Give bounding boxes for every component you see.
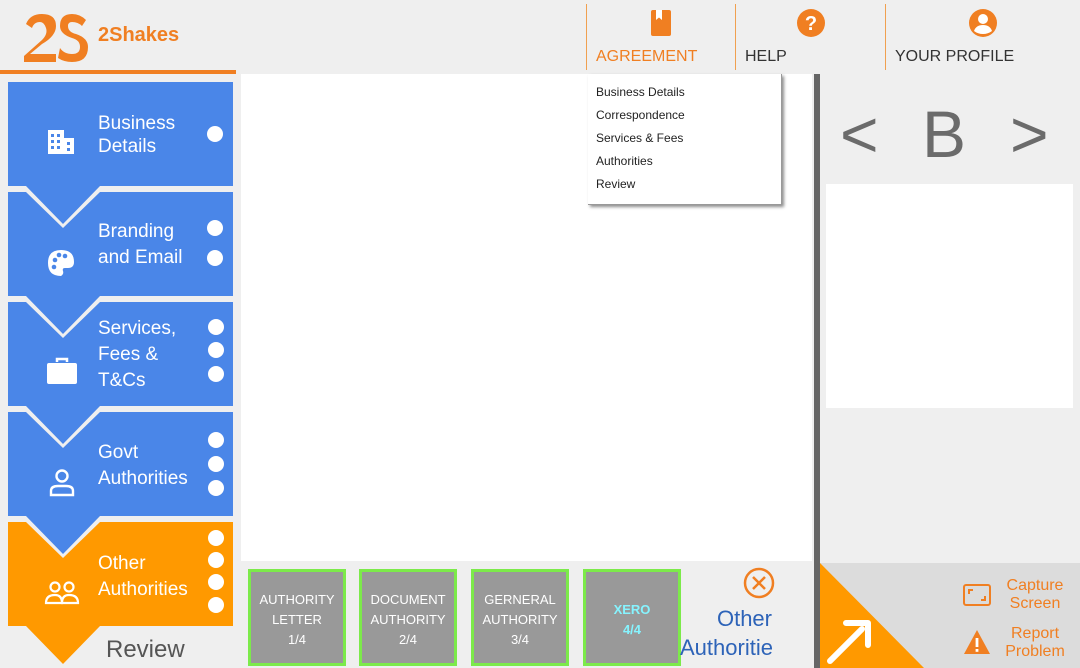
dropdown-item-correspondence[interactable]: Correspondence — [588, 107, 781, 130]
top-header: 2Shakes AGREEMENT ? HELP YOUR PROFILE — [0, 0, 1080, 74]
status-dot — [207, 220, 223, 236]
brand-logo-mark — [24, 14, 88, 62]
step-branding-line2: and Email — [98, 247, 183, 268]
logo[interactable]: 2Shakes — [0, 0, 236, 74]
dropdown-item-services-fees[interactable]: Services & Fees — [588, 130, 781, 153]
nav-agreement[interactable]: AGREEMENT — [586, 4, 735, 70]
book-icon — [651, 10, 671, 36]
status-dot — [207, 250, 223, 266]
other-authorities-line2: Authorities — [680, 635, 772, 660]
status-dot — [208, 480, 224, 496]
doc-tile-line2: AUTHORITY — [370, 612, 446, 627]
svg-text:?: ? — [804, 13, 816, 35]
doc-tile-document-authority[interactable]: DOCUMENT AUTHORITY 2/4 — [359, 569, 457, 666]
nav-help-label: HELP — [745, 48, 787, 65]
report-line2: Problem — [1005, 643, 1065, 660]
report-line1: Report — [1010, 625, 1060, 642]
nav-profile-label: YOUR PROFILE — [895, 48, 1015, 65]
doc-tile-line1: AUTHORITY — [259, 592, 335, 607]
help-icon: ? — [796, 9, 825, 37]
step-label-services: Services, Fees & T&Cs — [98, 316, 176, 394]
step-govt-line2: Authorities — [98, 468, 188, 489]
doc-tile-line2: AUTHORITY — [482, 612, 558, 627]
palette-icon — [48, 250, 74, 276]
step-label-other: Other Authorities — [98, 551, 188, 603]
doc-tile-count: 1/4 — [287, 632, 307, 647]
step-branding-line1: Branding — [98, 221, 175, 242]
status-dot — [208, 366, 224, 382]
step-review-label[interactable]: Review — [106, 636, 185, 664]
pager-next-button[interactable]: > — [1010, 96, 1049, 172]
next-arrow-button[interactable] — [820, 563, 924, 668]
capture-line1: Capture — [1006, 577, 1064, 594]
pager-prev-button[interactable]: < — [840, 96, 879, 172]
status-dot — [208, 319, 224, 335]
preview-panel — [826, 184, 1073, 408]
building-icon — [48, 130, 74, 154]
doc-tile-line1: XERO — [613, 602, 651, 617]
agreement-dropdown: Business Details Correspondence Services… — [588, 74, 782, 205]
doc-tile-line2: LETTER — [272, 612, 322, 627]
doc-tile-line1: GERNERAL — [484, 592, 556, 607]
brand-name: 2Shakes — [98, 24, 180, 46]
capture-screen-label: Capture Screen — [1000, 577, 1070, 613]
dropdown-item-review[interactable]: Review — [588, 176, 781, 199]
step-govt-line1: Govt — [98, 442, 139, 463]
briefcase-icon — [47, 357, 77, 384]
step-other-line2: Authorities — [98, 579, 188, 600]
step-label-business: Business Details — [98, 111, 175, 160]
nav-profile[interactable]: YOUR PROFILE — [885, 4, 1080, 70]
status-dot — [208, 552, 224, 568]
status-dot — [208, 456, 224, 472]
capture-icon — [963, 584, 991, 606]
doc-tile-line1: DOCUMENT — [370, 592, 446, 607]
pager-current-letter: B — [922, 97, 967, 171]
step-services-line2: Fees & — [98, 344, 159, 365]
other-authorities-line1: Other — [716, 606, 772, 631]
dropdown-item-business-details[interactable]: Business Details — [588, 84, 781, 107]
step-services-line3: T&Cs — [98, 370, 146, 391]
report-problem-label: Report Problem — [1000, 625, 1070, 661]
step-label-branding: Branding and Email — [98, 219, 183, 271]
status-dot — [208, 530, 224, 546]
status-dot — [207, 126, 223, 142]
warning-icon — [964, 630, 990, 654]
status-dot — [208, 432, 224, 448]
doc-tile-count: 2/4 — [398, 632, 418, 647]
doc-tile-count: 3/4 — [510, 632, 530, 647]
nav-agreement-label: AGREEMENT — [596, 48, 698, 65]
doc-tile-authority-letter[interactable]: AUTHORITY LETTER 1/4 — [248, 569, 346, 666]
other-authorities-link[interactable]: Other Authorities — [680, 604, 772, 662]
step-label-govt: Govt Authorities — [98, 440, 188, 492]
steps-sidebar: Business Details Branding and Email Serv… — [0, 74, 240, 668]
status-dot — [208, 574, 224, 590]
doc-tile-count: 4/4 — [622, 622, 642, 637]
dropdown-item-authorities[interactable]: Authorities — [588, 153, 781, 176]
doc-tile-general-authority[interactable]: GERNERAL AUTHORITY 3/4 — [471, 569, 569, 666]
capture-line2: Screen — [1009, 595, 1061, 612]
step-services-line1: Services, — [98, 318, 177, 339]
status-dot — [208, 597, 224, 613]
status-dot — [208, 342, 224, 358]
person-icon — [49, 469, 75, 497]
nav-help[interactable]: ? HELP — [735, 4, 885, 70]
step-other-line1: Other — [98, 553, 146, 574]
people-icon — [44, 581, 80, 605]
doc-tile-xero[interactable]: XERO 4/4 — [583, 569, 681, 666]
step-business-line2: Details — [98, 136, 157, 157]
user-icon — [969, 9, 997, 37]
close-circle-icon[interactable] — [742, 566, 776, 600]
